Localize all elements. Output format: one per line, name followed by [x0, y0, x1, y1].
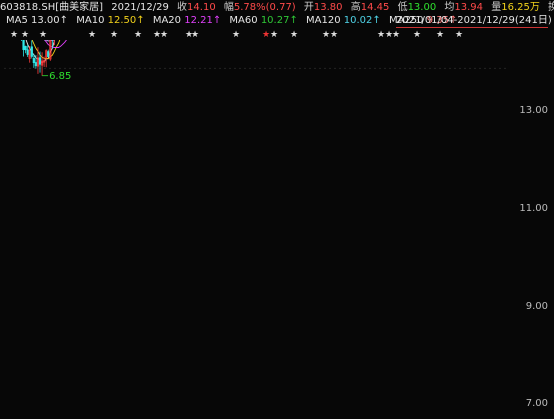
kline-window: 603818.SH[曲美家居] 2021/12/29 收14.10 幅5.78%… [0, 0, 554, 419]
ma120-legend[interactable]: MA120 10.02↑ [306, 15, 381, 26]
chart-labels: 14.456.85 [42, 71, 71, 82]
avg-label: 均 [444, 2, 455, 13]
volume-field: 量16.25万 [491, 2, 540, 13]
ma20-legend[interactable]: MA20 12.21↑ [153, 15, 221, 26]
ma5-value: 13.00↑ [31, 15, 69, 26]
y-tick-11: 11.00 [519, 203, 548, 214]
open-value: 13.80 [313, 2, 343, 13]
ma20-line [43, 40, 67, 48]
ma-legend: MA5 13.00↑ MA10 12.50↑ MA20 12.21↑ MA60 … [6, 14, 462, 27]
close-field: 收14.10 [177, 2, 216, 13]
event-marker[interactable]: ★ [10, 30, 18, 40]
candle-body [38, 57, 42, 65]
ma60-legend[interactable]: MA60 10.27↑ [229, 15, 297, 26]
ma20-label: MA20 [152, 15, 182, 26]
ma10-value: 12.50↑ [107, 15, 145, 26]
min-price-label: 6.85 [49, 71, 71, 82]
open-label: 开 [303, 2, 314, 13]
candle-body [30, 46, 33, 57]
change-value: 5.78%(0.77) [233, 2, 296, 13]
ma120-line [43, 40, 56, 42]
ma120-value: 10.02↑ [343, 15, 381, 26]
high-field: 高14.45 [351, 2, 390, 13]
change-field: 幅5.78%(0.77) [224, 2, 296, 13]
y-tick-9: 9.00 [525, 301, 548, 312]
ma10-line [31, 40, 61, 60]
low-label: 低 [397, 2, 408, 13]
avg-field: 均13.94 [444, 2, 483, 13]
event-marker[interactable]: ★ [21, 30, 29, 40]
event-marker[interactable]: ★ [413, 30, 421, 40]
volume-label: 量 [491, 2, 502, 13]
date-range-underline [396, 27, 548, 28]
candle-body [22, 40, 25, 50]
candlestick-chart[interactable]: 14.456.85 [0, 40, 554, 419]
event-marker[interactable]: ★ [232, 30, 240, 40]
close-label: 收 [177, 2, 188, 13]
event-marker[interactable]: ★ [392, 30, 400, 40]
candle-body [26, 49, 29, 55]
change-label: 幅 [223, 2, 234, 13]
y-tick-7: 7.00 [525, 398, 548, 409]
event-marker[interactable]: ★ [88, 30, 96, 40]
quote-info-bar: 603818.SH[曲美家居] 2021/12/29 收14.10 幅5.78%… [0, 1, 554, 14]
event-markers-row: ★ ★ ★ ★ ★ ★ ★ ★ ★ ★ ★ ★ ★ ★ ★ ★ ★ ★ ★ ★ … [0, 30, 554, 40]
date-range[interactable]: 2021/01/04-2021/12/29(241日) [396, 14, 552, 27]
candle-body [34, 62, 38, 67]
event-marker[interactable]: ★ [110, 30, 118, 40]
candle-body [32, 58, 35, 64]
ma5-legend[interactable]: MA5 13.00↑ [6, 15, 68, 26]
event-marker[interactable]: ★ [330, 30, 338, 40]
event-marker[interactable]: ★ [160, 30, 168, 40]
volume-value: 16.25万 [501, 2, 540, 13]
open-field: 开13.80 [304, 2, 343, 13]
close-value: 14.10 [187, 2, 216, 13]
event-marker[interactable]: ★ [322, 30, 330, 40]
y-tick-13: 13.00 [519, 105, 548, 116]
ma250-line [43, 40, 56, 42]
event-marker[interactable]: ★ [262, 30, 270, 40]
avg-value: 13.94 [454, 2, 484, 13]
event-marker[interactable]: ★ [436, 30, 444, 40]
stock-code[interactable]: 603818.SH[曲美家居] [0, 2, 103, 13]
turnover-label: 换 [548, 2, 554, 13]
event-marker[interactable]: ★ [39, 30, 47, 40]
ma5-line [25, 40, 56, 63]
low-field: 低13.00 [398, 2, 437, 13]
event-marker[interactable]: ★ [455, 30, 463, 40]
ma20-value: 12.21↑ [184, 15, 222, 26]
event-marker[interactable]: ★ [290, 30, 298, 40]
event-marker[interactable]: ★ [377, 30, 385, 40]
event-marker[interactable]: ★ [134, 30, 142, 40]
ma120-label: MA120 [306, 15, 341, 26]
low-value: 13.00 [407, 2, 437, 13]
ma60-value: 10.27↑ [260, 15, 298, 26]
high-value: 14.45 [360, 2, 390, 13]
quote-date: 2021/12/29 [111, 2, 169, 13]
price-grid [4, 67, 508, 69]
ma10-legend[interactable]: MA10 12.50↑ [76, 15, 144, 26]
candle-body [47, 51, 50, 57]
candles [21, 40, 55, 76]
event-marker[interactable]: ★ [270, 30, 278, 40]
event-marker[interactable]: ★ [191, 30, 199, 40]
moving-average-lines [25, 40, 67, 63]
ma60-label: MA60 [229, 15, 258, 26]
ma10-label: MA10 [76, 15, 105, 26]
ma5-label: MA5 [6, 15, 28, 26]
high-label: 高 [350, 2, 361, 13]
candle-body [24, 46, 27, 51]
ma60-line [43, 40, 56, 42]
